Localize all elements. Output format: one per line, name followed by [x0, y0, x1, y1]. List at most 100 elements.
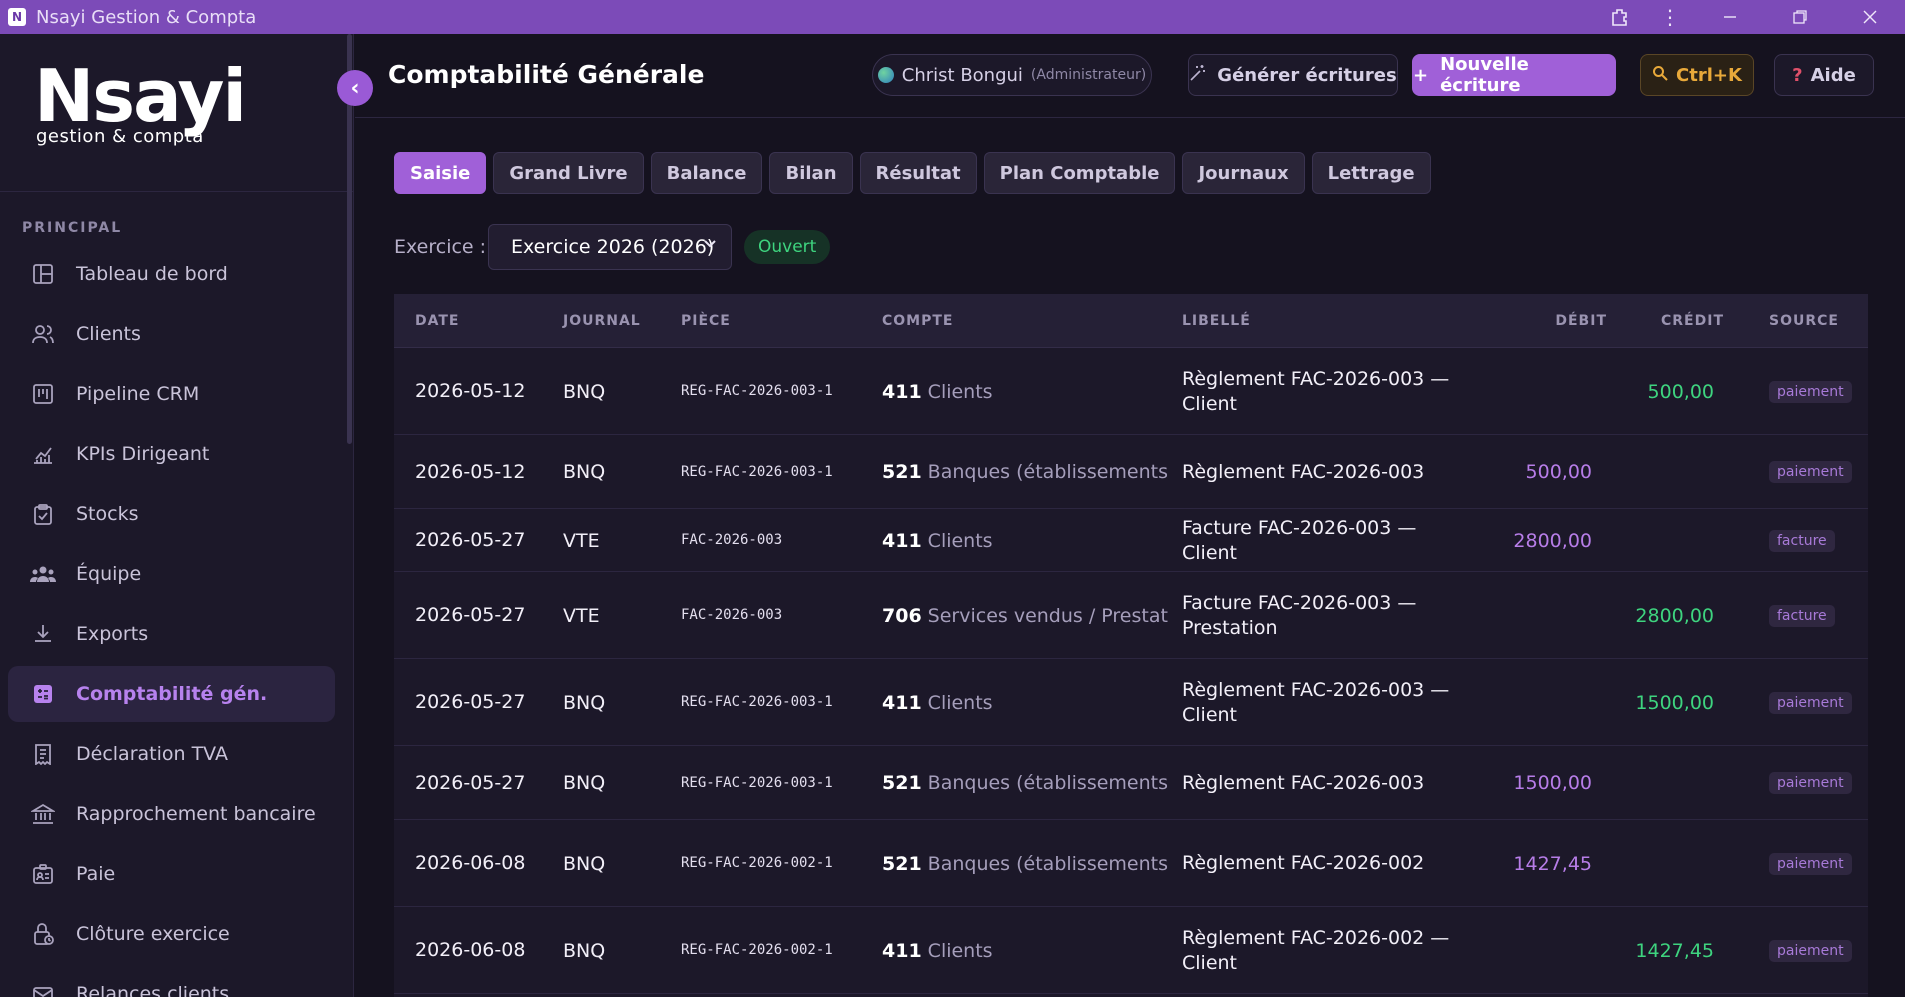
table-row[interactable]: 2026-05-12 BNQ REG-FAC-2026-003-1 411 Client… — [394, 348, 1868, 435]
kanban-icon — [30, 381, 56, 407]
table-row[interactable]: 2026-05-27 BNQ REG-FAC-2026-003-1 411 Client… — [394, 659, 1868, 746]
restore-button[interactable] — [1765, 0, 1835, 34]
column-header-source[interactable]: SOURCE — [1769, 313, 1839, 329]
table-row[interactable]: 2026-05-27 VTE FAC-2026-003 706 Services ven… — [394, 572, 1868, 659]
sidebar-item-label: Relances clients — [76, 983, 230, 997]
sidebar: Nsayi gestion & compta PRINCIPAL Tableau… — [0, 34, 354, 997]
account-name: Banques (établissements l — [927, 772, 1172, 794]
table-row[interactable]: 2026-06-08 BNQ REG-FAC-2026-002-1 411 Client… — [394, 907, 1868, 994]
cell-compte: 706 Services vendus / Prestat — [882, 572, 1172, 659]
sidebar-item-stocks[interactable]: Stocks — [8, 486, 335, 542]
user-menu-button[interactable]: Christ Bongui (Administrateur) — [872, 54, 1152, 96]
user-role: (Administrateur) — [1030, 67, 1147, 83]
help-button[interactable]: ? Aide — [1774, 54, 1874, 96]
new-entry-button[interactable]: + Nouvelle écriture — [1412, 54, 1616, 96]
shortcut-label: Ctrl+K — [1676, 64, 1742, 86]
entries-table: DATE JOURNAL PIÈCE COMPTE LIBELLÉ DÉBIT … — [394, 294, 1868, 997]
logo[interactable]: Nsayi gestion & compta — [0, 34, 353, 192]
table-row[interactable]: 2026-05-27 BNQ REG-FAC-2026-003-1 521 Banque… — [394, 746, 1868, 820]
tab-plan-comptable[interactable]: Plan Comptable — [983, 152, 1176, 194]
sidebar-item-comptabilite[interactable]: Comptabilité gén. — [8, 666, 335, 722]
cell-debit — [1504, 659, 1592, 746]
close-button[interactable] — [1835, 0, 1905, 34]
cell-date: 2026-05-12 — [415, 380, 526, 402]
cell-date: 2026-05-27 — [415, 529, 526, 551]
sidebar-item-label: Stocks — [76, 503, 139, 525]
column-header-date[interactable]: DATE — [415, 313, 459, 329]
sidebar-item-tableau-de-bord[interactable]: Tableau de bord — [8, 246, 335, 302]
column-header-debit[interactable]: DÉBIT — [1555, 313, 1607, 329]
source-badge: paiement — [1769, 380, 1852, 403]
download-icon — [30, 621, 56, 647]
sidebar-item-label: Rapprochement bancaire — [76, 803, 316, 825]
tab-lettrage[interactable]: Lettrage — [1311, 152, 1431, 194]
source-badge: paiement — [1769, 691, 1852, 714]
page-title: Comptabilité Générale — [388, 60, 705, 89]
cell-debit — [1504, 572, 1592, 659]
sidebar-item-label: Clôture exercice — [76, 923, 230, 945]
receipt-icon — [30, 741, 56, 767]
cell-journal: BNQ — [563, 461, 606, 483]
cell-libelle: Facture FAC-2026-003 — Client — [1182, 516, 1417, 564]
cell-date: 2026-05-27 — [415, 604, 526, 626]
logo-sub-text: gestion & compta — [36, 126, 204, 147]
cell-compte: 411 Clients — [882, 659, 1172, 746]
more-options-icon[interactable]: ⋮ — [1645, 0, 1695, 34]
tab-bilan[interactable]: Bilan — [769, 152, 853, 194]
column-header-credit[interactable]: CRÉDIT — [1661, 313, 1724, 329]
cell-credit: 2800,00 — [1635, 604, 1714, 627]
sidebar-item-pipeline-crm[interactable]: Pipeline CRM — [8, 366, 335, 422]
tab-balance[interactable]: Balance — [650, 152, 763, 194]
account-number: 411 — [882, 939, 922, 962]
sidebar-item-rapprochement[interactable]: Rapprochement bancaire — [8, 786, 335, 842]
tab-journaux[interactable]: Journaux — [1182, 152, 1305, 194]
cell-libelle: Règlement FAC-2026-003 — Client — [1182, 678, 1450, 726]
column-header-compte[interactable]: COMPTE — [882, 313, 953, 329]
team-icon — [30, 561, 56, 587]
sidebar-item-label: KPIs Dirigeant — [76, 443, 210, 465]
cell-debit: 1427,45 — [1513, 852, 1592, 875]
mail-icon — [30, 981, 56, 997]
cell-journal: BNQ — [563, 380, 606, 403]
table-row[interactable]: 2026-05-12 BNQ REG-FAC-2026-003-1 521 Banque… — [394, 435, 1868, 509]
cell-journal: BNQ — [563, 939, 606, 962]
column-header-journal[interactable]: JOURNAL — [563, 313, 641, 329]
table-row[interactable]: 2026-06-08 BNQ REG-FAC-2026-002-1 521 Banque… — [394, 820, 1868, 907]
sidebar-item-cloture[interactable]: Clôture exercice — [8, 906, 335, 962]
account-name: Clients — [927, 380, 993, 403]
source-badge: facture — [1769, 529, 1835, 552]
account-number: 521 — [882, 461, 922, 483]
cell-piece: REG-FAC-2026-003-1 — [681, 383, 833, 399]
tab-resultat[interactable]: Résultat — [859, 152, 977, 194]
status-badge: Ouvert — [744, 230, 831, 264]
sidebar-item-clients[interactable]: Clients — [8, 306, 335, 362]
column-header-libelle[interactable]: LIBELLÉ — [1182, 313, 1251, 329]
sidebar-item-label: Exports — [76, 623, 149, 645]
lock-icon — [30, 921, 56, 947]
table-row[interactable]: 2026-05-27 VTE FAC-2026-003 411 Clients Factu… — [394, 509, 1868, 572]
minimize-button[interactable] — [1695, 0, 1765, 34]
sidebar-item-kpis-dirigeant[interactable]: KPIs Dirigeant — [8, 426, 335, 482]
cell-piece: FAC-2026-003 — [681, 532, 783, 548]
extension-icon[interactable] — [1595, 0, 1645, 34]
sidebar-item-relances[interactable]: Relances clients — [8, 966, 335, 997]
cell-libelle: Règlement FAC-2026-003 — Client — [1182, 367, 1450, 415]
account-name: Banques (établissements l — [927, 852, 1172, 875]
sidebar-item-exports[interactable]: Exports — [8, 606, 335, 662]
collapse-sidebar-button[interactable]: ‹ — [337, 70, 373, 106]
tab-grand-livre[interactable]: Grand Livre — [493, 152, 644, 194]
sidebar-item-label: Déclaration TVA — [76, 743, 228, 765]
help-label: Aide — [1810, 64, 1856, 86]
exercice-select[interactable]: Exercice 2026 (2026) — [488, 224, 732, 270]
sidebar-item-declaration-tva[interactable]: Déclaration TVA — [8, 726, 335, 782]
command-palette-button[interactable]: Ctrl+K — [1640, 54, 1754, 96]
generate-entries-button[interactable]: Générer écritures — [1188, 54, 1398, 96]
sidebar-item-equipe[interactable]: Équipe — [8, 546, 335, 602]
calculator-icon — [30, 681, 56, 707]
cell-piece: REG-FAC-2026-003-1 — [681, 463, 833, 480]
account-number: 411 — [882, 380, 922, 403]
source-badge: paiement — [1769, 461, 1852, 483]
tab-saisie[interactable]: Saisie — [394, 152, 487, 194]
column-header-piece[interactable]: PIÈCE — [681, 313, 731, 329]
sidebar-item-paie[interactable]: Paie — [8, 846, 335, 902]
